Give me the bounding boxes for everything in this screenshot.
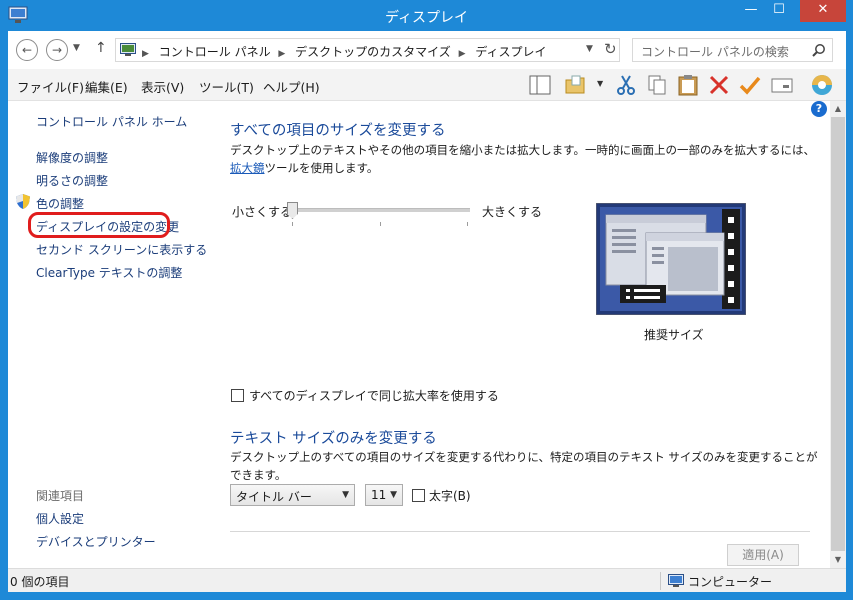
- paste-icon[interactable]: [676, 74, 700, 96]
- apply-button[interactable]: 適用(A): [727, 544, 799, 566]
- same-scale-checkbox[interactable]: [231, 389, 244, 402]
- slider-tick: [292, 222, 293, 226]
- refresh-button[interactable]: ↻: [604, 40, 617, 58]
- shell-icon[interactable]: [808, 74, 836, 96]
- bold-label[interactable]: 太字(B): [429, 487, 471, 504]
- maximize-button[interactable]: ☐: [765, 0, 793, 22]
- status-location: コンピューター: [688, 575, 773, 589]
- control-panel-icon: [120, 43, 136, 56]
- search-icon[interactable]: [812, 43, 826, 57]
- breadcrumb-separator: ▶: [142, 49, 149, 59]
- address-row: ← → ▼ ↑ ▶ コントロール パネル ▶ デスクトップのカスタマイズ ▶ デ…: [8, 31, 846, 69]
- display-preview-image: [596, 203, 746, 315]
- nav-personalization[interactable]: 個人設定: [36, 510, 84, 527]
- refresh-icon: ↻: [604, 40, 617, 58]
- address-bar[interactable]: ▶ コントロール パネル ▶ デスクトップのカスタマイズ ▶ ディスプレイ ▼ …: [115, 38, 620, 62]
- chevron-down-icon: ▼: [586, 44, 593, 54]
- arrow-right-icon: →: [51, 43, 63, 57]
- menu-tools[interactable]: ツール(T): [199, 77, 254, 96]
- recent-pages-dropdown[interactable]: ▼: [73, 43, 80, 53]
- scroll-up-icon[interactable]: ▲: [830, 101, 846, 117]
- related-heading: 関連項目: [36, 489, 85, 503]
- nav-resolution[interactable]: 解像度の調整: [36, 149, 108, 166]
- breadcrumb-display[interactable]: ディスプレイ: [475, 45, 546, 59]
- scroll-down-icon[interactable]: ▼: [830, 552, 846, 568]
- section1-description: デスクトップ上のテキストやその他の項目を縮小または拡大します。一時的に画面上の一…: [230, 141, 820, 177]
- window: ディスプレイ — ☐ ✕ ← → ▼ ↑ ▶ コントロール パネル ▶ デスクト: [0, 0, 853, 600]
- arrow-left-icon: ←: [21, 43, 33, 57]
- chevron-down-icon: ▼: [342, 490, 349, 500]
- status-item-count: 0 個の項目: [10, 575, 70, 589]
- nav-devices-printers[interactable]: デバイスとプリンター: [36, 533, 156, 550]
- help-icon[interactable]: ?: [811, 101, 827, 117]
- address-history-dropdown[interactable]: ▼: [586, 44, 593, 54]
- search-placeholder: コントロール パネルの検索: [641, 45, 789, 59]
- section2-title: テキスト サイズのみを変更する: [230, 431, 437, 447]
- check-icon[interactable]: [738, 74, 762, 96]
- window-title: ディスプレイ: [384, 10, 469, 26]
- nav-cleartype[interactable]: ClearType テキストの調整: [36, 264, 182, 281]
- menu-help[interactable]: ヘルプ(H): [263, 77, 320, 96]
- menu-edit[interactable]: 編集(E): [85, 77, 128, 96]
- slider-tick: [380, 222, 381, 226]
- nav-color[interactable]: 色の調整: [36, 195, 84, 212]
- bold-checkbox[interactable]: [412, 489, 425, 502]
- highlight-annotation: [28, 212, 170, 238]
- folder-icon[interactable]: [564, 74, 588, 96]
- close-button[interactable]: ✕: [800, 0, 846, 22]
- chevron-down-icon: ▼: [73, 43, 80, 53]
- breadcrumb: ▶ コントロール パネル ▶ デスクトップのカスタマイズ ▶ ディスプレイ: [142, 43, 551, 60]
- back-button[interactable]: ←: [16, 39, 38, 61]
- nav-control-panel-home[interactable]: コントロール パネル ホーム: [36, 113, 187, 130]
- shield-icon: [16, 194, 30, 209]
- scroll-thumb[interactable]: [831, 117, 845, 551]
- breadcrumb-separator[interactable]: ▶: [278, 49, 285, 59]
- slider-max-label: 大きくする: [482, 205, 543, 219]
- search-input[interactable]: コントロール パネルの検索: [632, 38, 833, 62]
- delete-icon[interactable]: [707, 74, 731, 96]
- slider-tick: [467, 222, 468, 226]
- computer-icon: [668, 574, 684, 587]
- nav-second-screen[interactable]: セカンド スクリーンに表示する: [36, 241, 207, 258]
- title-bar[interactable]: ディスプレイ — ☐ ✕: [0, 0, 853, 32]
- text-size-select[interactable]: 11 ▼: [365, 484, 403, 506]
- breadcrumb-separator[interactable]: ▶: [459, 49, 466, 59]
- up-button[interactable]: ↑: [95, 40, 107, 56]
- menu-bar: ファイル(F) 編集(E) 表示(V) ツール(T) ヘルプ(H) ▼: [8, 69, 846, 101]
- breadcrumb-desktop-customize[interactable]: デスクトップのカスタマイズ: [295, 45, 451, 59]
- size-slider-track[interactable]: [298, 208, 470, 212]
- folder-dropdown-icon[interactable]: ▼: [597, 79, 603, 88]
- breadcrumb-control-panel[interactable]: コントロール パネル: [159, 45, 271, 59]
- copy-icon[interactable]: [645, 74, 669, 96]
- chevron-down-icon: ▼: [390, 490, 397, 500]
- pane-icon[interactable]: [528, 74, 552, 96]
- section2-description: デスクトップ上のすべての項目のサイズを変更する代わりに、特定の項目のテキスト サ…: [230, 450, 818, 482]
- status-bar: 0 個の項目 コンピューター: [8, 568, 846, 592]
- text-item-select-value: タイトル バー: [236, 490, 312, 504]
- status-separator: [660, 572, 661, 590]
- slider-min-label: 小さくする: [232, 205, 293, 219]
- client-area: ← → ▼ ↑ ▶ コントロール パネル ▶ デスクトップのカスタマイズ ▶ デ…: [8, 31, 846, 592]
- arrow-up-icon: ↑: [95, 40, 107, 56]
- vertical-scrollbar[interactable]: ▲ ▼: [830, 101, 846, 568]
- nav-brightness[interactable]: 明るさの調整: [36, 172, 108, 189]
- text-size-select-value: 11: [371, 488, 387, 502]
- menu-file[interactable]: ファイル(F): [17, 77, 84, 96]
- properties-icon[interactable]: [770, 74, 794, 96]
- menu-view[interactable]: 表示(V): [141, 77, 184, 96]
- section1-desc-text: デスクトップ上のテキストやその他の項目を縮小または拡大します。一時的に画面上の一…: [230, 143, 815, 157]
- text-item-select[interactable]: タイトル バー ▼: [230, 484, 355, 506]
- preview-caption: 推奨サイズ: [644, 328, 704, 342]
- cut-icon[interactable]: [614, 74, 638, 96]
- minimize-button[interactable]: —: [737, 0, 765, 22]
- magnifier-link[interactable]: 拡大鏡: [230, 161, 265, 175]
- forward-button[interactable]: →: [46, 39, 68, 61]
- divider: [230, 531, 810, 532]
- section1-title: すべての項目のサイズを変更する: [230, 123, 446, 139]
- same-scale-label[interactable]: すべてのディスプレイで同じ拡大率を使用する: [249, 387, 499, 404]
- section1-desc-text-after: ツールを使用します。: [264, 161, 379, 175]
